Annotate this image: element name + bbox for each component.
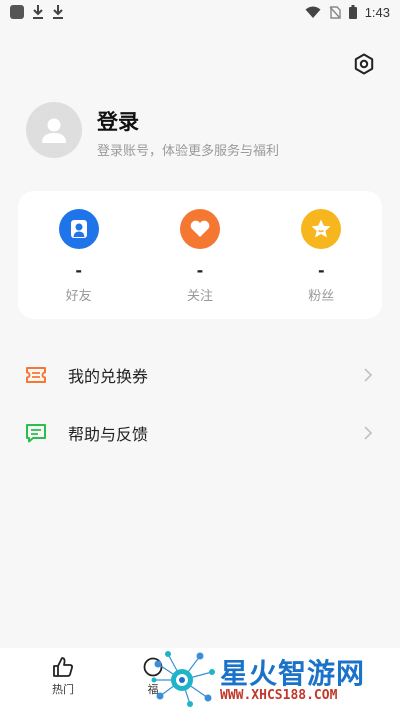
following-count: - [196, 261, 204, 280]
menu-item-help-feedback[interactable]: 帮助与反馈 [0, 411, 400, 455]
social-stats-card: - 好友 - 关注 - 粉丝 [18, 191, 382, 319]
battery-icon [348, 5, 357, 19]
stat-fans[interactable]: - 粉丝 [271, 209, 371, 304]
fans-count: - [317, 261, 325, 280]
watermark: 星火智游网 WWW.XHCS188.COM [150, 650, 400, 710]
nav-label-hot: 热门 [52, 683, 74, 696]
stat-following[interactable]: - 关注 [150, 209, 250, 304]
default-avatar-icon [42, 118, 66, 143]
star-icon [301, 209, 342, 249]
no-sim-icon [329, 5, 341, 19]
menu-item-coupons[interactable]: 我的兑换券 [0, 353, 400, 397]
menu-label-coupons: 我的兑换券 [68, 367, 149, 386]
chevron-right-icon [364, 368, 373, 382]
stat-friends[interactable]: - 好友 [29, 209, 129, 304]
friends-label: 好友 [65, 289, 92, 304]
ticket-icon [24, 363, 48, 387]
app-notification-icon [10, 5, 24, 19]
download-icon [33, 5, 43, 19]
watermark-logo [151, 651, 215, 707]
watermark-title: 星火智游网 [220, 657, 366, 690]
status-bar-left [10, 5, 64, 19]
heart-icon [179, 209, 220, 249]
following-label: 关注 [186, 289, 213, 304]
feedback-icon [24, 421, 48, 445]
friends-count: - [75, 261, 82, 280]
status-bar-right: 1:43 [305, 5, 390, 20]
watermark-url: WWW.XHCS188.COM [220, 688, 338, 703]
fans-label: 粉丝 [308, 289, 335, 304]
settings-button[interactable] [350, 50, 378, 78]
download-icon [53, 5, 63, 19]
avatar[interactable] [26, 102, 82, 158]
login-title[interactable]: 登录 [97, 106, 139, 136]
settings-hexagon-icon [354, 53, 374, 75]
chevron-right-icon [364, 426, 373, 440]
status-bar: 1:43 [0, 0, 400, 24]
thumbs-up-icon [53, 657, 73, 677]
login-subtitle: 登录账号，体验更多服务与福利 [97, 144, 280, 159]
wifi-icon [305, 6, 321, 18]
menu-label-help-feedback: 帮助与反馈 [68, 425, 149, 444]
user-icon [58, 209, 99, 249]
nav-item-hot[interactable]: 热门 [28, 656, 98, 697]
status-time: 1:43 [364, 4, 390, 20]
